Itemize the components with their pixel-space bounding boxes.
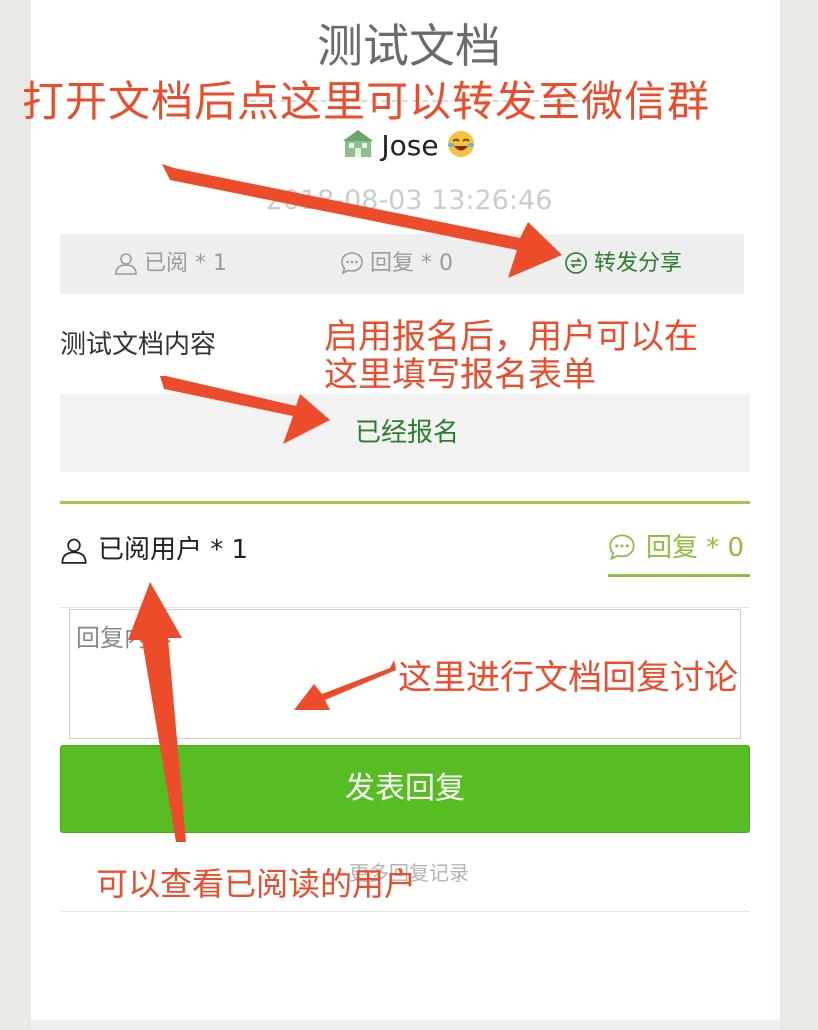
signup-status-label: 已经报名 [354, 418, 459, 448]
annotation-reply-hint: 这里进行文档回复讨论 [398, 658, 738, 698]
share-icon [565, 252, 587, 274]
reply-count-label: 回复 * 0 [370, 251, 453, 276]
comment-icon [341, 252, 363, 275]
avatar [343, 130, 374, 157]
tab-replies-label: 回复 * 0 [646, 533, 745, 563]
page-title: 测试文档 [317, 19, 501, 73]
document-content: 测试文档内容 [60, 330, 217, 360]
post-timestamp: 2018-08-03 13:26:46 [265, 185, 553, 216]
annotation-share-hint: 打开文档后点这里可以转发至微信群 [22, 77, 711, 126]
annotation-signup-hint-line2: 这里填写报名表单 [324, 355, 596, 395]
read-count-label: 已阅 * 1 [144, 251, 227, 276]
reply-count[interactable]: 回复 * 0 [340, 234, 453, 294]
tab-readers-label: 已阅用户 * 1 [98, 535, 249, 565]
signup-button[interactable]: 已经报名 [60, 394, 750, 472]
comment-icon [609, 534, 635, 561]
share-button[interactable]: 转发分享 [564, 234, 682, 294]
annotation-readers-hint: 可以查看已阅读的用户 [96, 865, 417, 903]
user-icon [61, 538, 87, 564]
laughing-emoji-icon [447, 131, 474, 157]
bottom-divider [60, 911, 750, 912]
stats-bar: 已阅 * 1 回复 * 0 转发分享 [60, 234, 744, 294]
annotation-signup-hint: 启用报名后，用户可以在 这里填写报名表单 [324, 318, 744, 394]
user-icon [115, 253, 137, 275]
page-footer-rule [31, 1020, 780, 1030]
annotation-signup-hint-line1: 启用报名后，用户可以在 [324, 317, 698, 357]
read-count[interactable]: 已阅 * 1 [114, 234, 227, 294]
tab-replies[interactable]: 回复 * 0 [608, 530, 750, 577]
section-divider [60, 501, 750, 504]
tab-readers[interactable]: 已阅用户 * 1 [60, 530, 248, 570]
share-label: 转发分享 [594, 251, 683, 276]
submit-reply-button[interactable]: 发表回复 [60, 745, 750, 833]
author-name: Jose [381, 129, 439, 162]
tab-bar-divider [60, 607, 750, 608]
